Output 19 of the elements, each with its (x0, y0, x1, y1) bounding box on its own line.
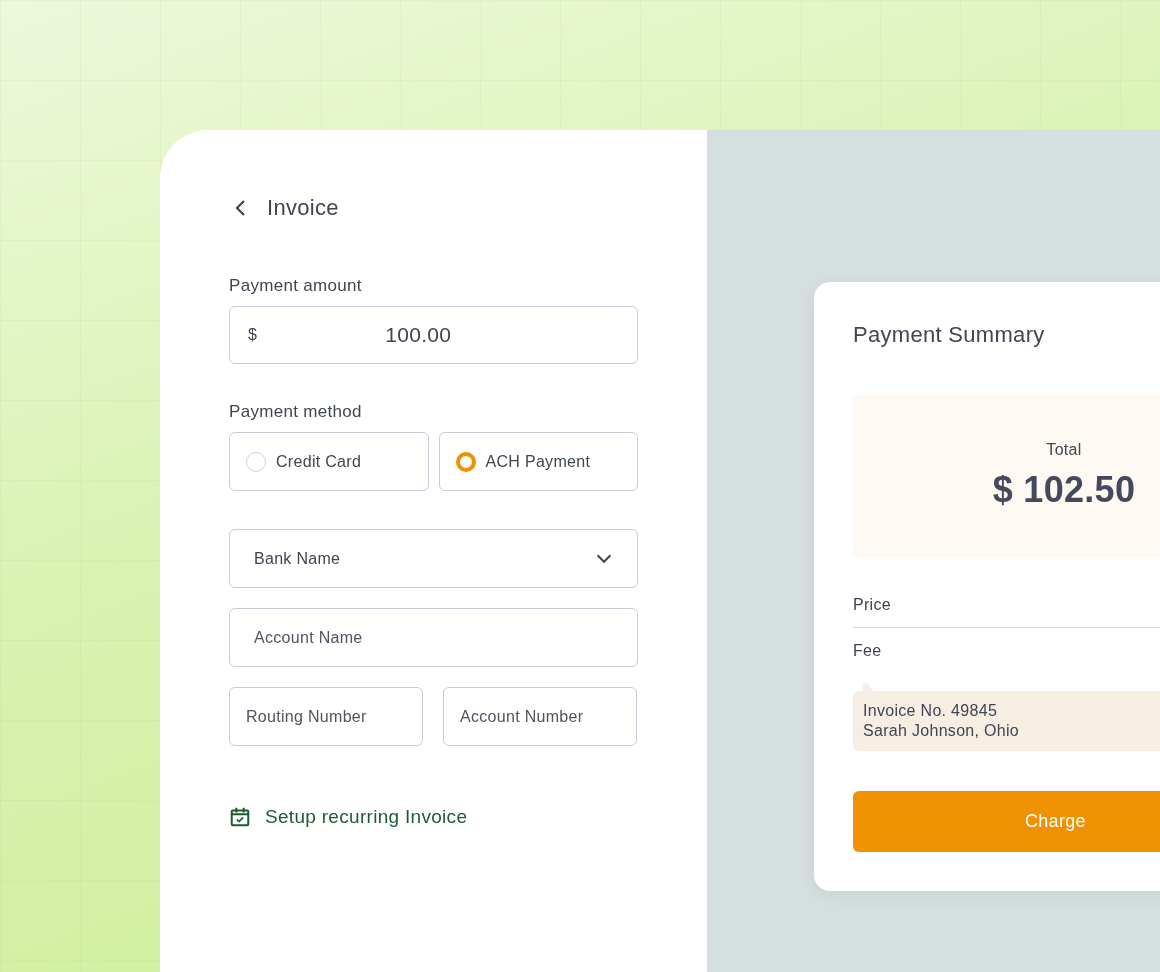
text-field[interactable]: Account Name (229, 608, 638, 667)
payment-option[interactable]: ACH Payment (438, 432, 638, 491)
note-pointer (863, 683, 873, 691)
page-title: Invoice (267, 195, 339, 221)
amount-field[interactable]: $ 100.00 (229, 306, 638, 364)
invoice-note: Invoice No. 49845 Sarah Johnson, Ohio (853, 691, 1160, 751)
summary-row-label: Fee (853, 641, 883, 661)
total-amount: $ 102.50 (992, 469, 1136, 511)
payment-option[interactable]: Credit Card (229, 432, 429, 491)
summary-row-label: Price (853, 582, 1160, 628)
calendar-icon (229, 806, 251, 828)
text-field[interactable]: Routing Number (229, 687, 423, 746)
field-label: Payment amount (229, 276, 363, 296)
card-title: Payment Summary (853, 322, 1046, 348)
field-label: Payment method (229, 402, 363, 422)
bank-dropdown[interactable]: Bank Name (229, 529, 638, 588)
total-label: Total (1046, 441, 1082, 459)
text-field[interactable]: Account Number (443, 687, 637, 746)
recurring-invoice-link[interactable]: Setup recurring Invoice (229, 806, 468, 828)
